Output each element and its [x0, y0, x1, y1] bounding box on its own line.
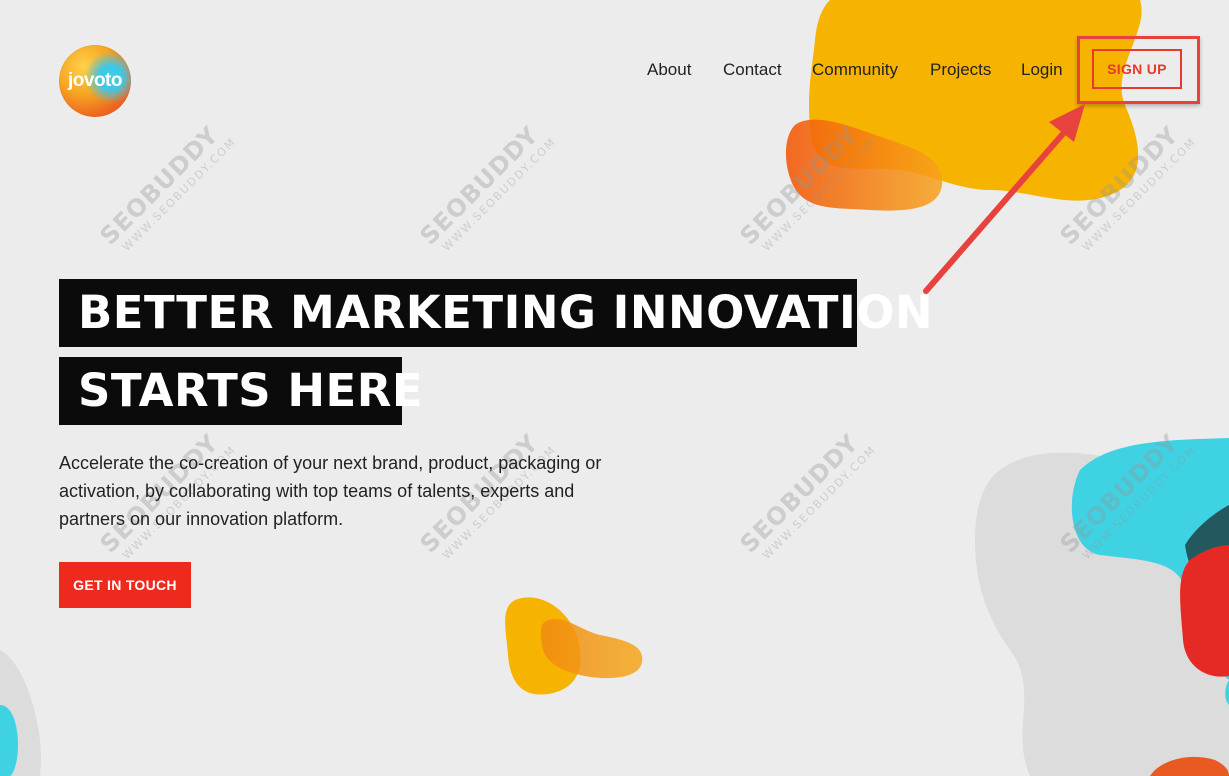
nav-link-about[interactable]: About	[647, 60, 691, 80]
nav-link-community[interactable]: Community	[812, 60, 898, 80]
nav-link-projects[interactable]: Projects	[930, 60, 991, 80]
hero-headline-line-1: BETTER MARKETING INNOVATION	[59, 279, 933, 347]
nav-link-login[interactable]: Login	[1021, 60, 1063, 80]
annotation-highlight-box	[1077, 36, 1200, 104]
nav-link-contact[interactable]: Contact	[723, 60, 782, 80]
top-navigation: About Contact Community Projects Login S…	[0, 0, 1229, 140]
hero-description: Accelerate the co-creation of your next …	[59, 453, 602, 529]
get-in-touch-button[interactable]: GET IN TOUCH	[59, 562, 191, 608]
hero-headline-line-2: STARTS HERE	[59, 357, 423, 425]
